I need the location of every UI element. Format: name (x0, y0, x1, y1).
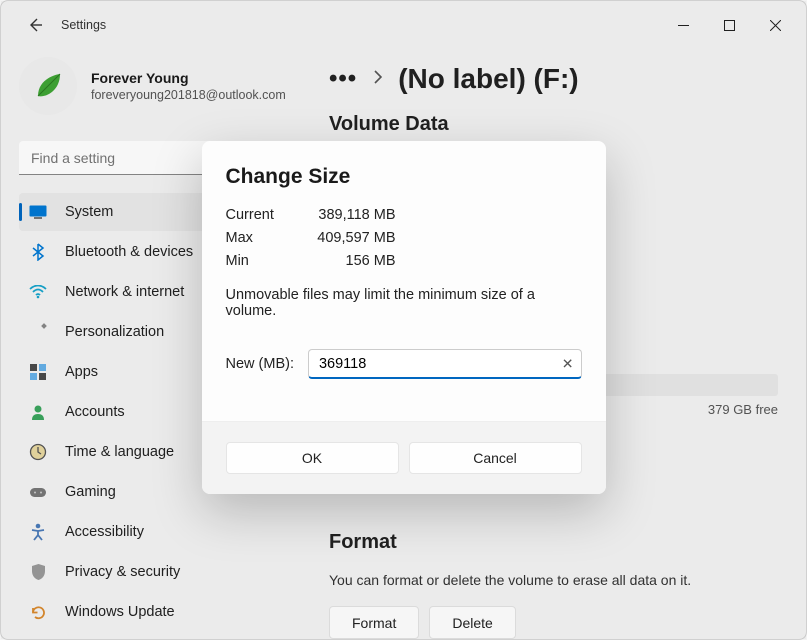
dialog-title: Change Size (226, 165, 582, 189)
new-size-label: New (MB): (226, 356, 294, 372)
dialog-overlay: Change Size Current389,118 MB Max409,597… (1, 1, 806, 639)
ok-button[interactable]: OK (226, 442, 399, 474)
current-label: Current (226, 207, 302, 223)
max-value: 409,597 MB (302, 230, 396, 246)
dialog-note: Unmovable files may limit the minimum si… (226, 287, 582, 319)
new-size-input[interactable] (308, 349, 582, 379)
min-label: Min (226, 253, 302, 269)
current-value: 389,118 MB (302, 207, 396, 223)
change-size-dialog: Change Size Current389,118 MB Max409,597… (202, 141, 606, 494)
max-label: Max (226, 230, 302, 246)
cancel-button[interactable]: Cancel (409, 442, 582, 474)
min-value: 156 MB (302, 253, 396, 269)
clear-input-button[interactable]: ✕ (562, 356, 574, 373)
